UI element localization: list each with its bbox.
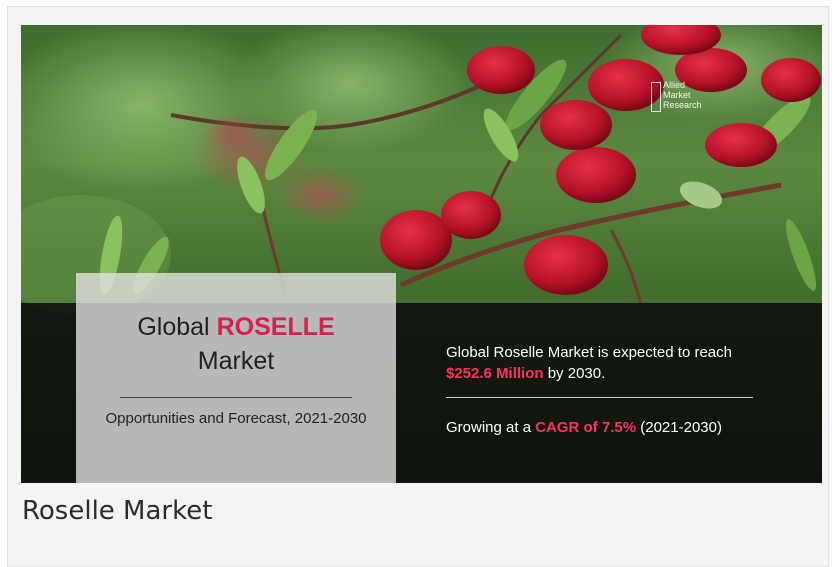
logo-line-1: Allied — [663, 80, 686, 90]
allied-market-research-logo: Allied Market Research — [651, 80, 731, 114]
cagr-value: CAGR of 7.5% — [535, 419, 637, 436]
title-highlight: ROSELLE — [216, 313, 335, 341]
banner-subtitle: Opportunities and Forecast, 2021-2030 — [105, 410, 367, 427]
market-size-stat: Global Roselle Market is expected to rea… — [446, 344, 732, 382]
stats-divider — [446, 397, 753, 398]
logo-line-2: Market — [663, 90, 691, 100]
image-caption: Roselle Market — [22, 496, 213, 526]
cagr-stat: Growing at a CAGR of 7.5% (2021-2030) — [446, 419, 722, 436]
roselle-market-banner: Allied Market Research Global ROSELLE Ma… — [21, 25, 822, 483]
banner-title-line-2: Market — [197, 347, 275, 375]
title-panel: Global ROSELLE Market Opportunities and … — [76, 273, 396, 483]
title-divider — [120, 397, 352, 398]
market-size-value: $252.6 Million — [446, 365, 544, 382]
logo-mark-icon — [651, 82, 661, 112]
logo-line-3: Research — [663, 100, 702, 110]
banner-title: Global ROSELLE — [137, 313, 335, 341]
